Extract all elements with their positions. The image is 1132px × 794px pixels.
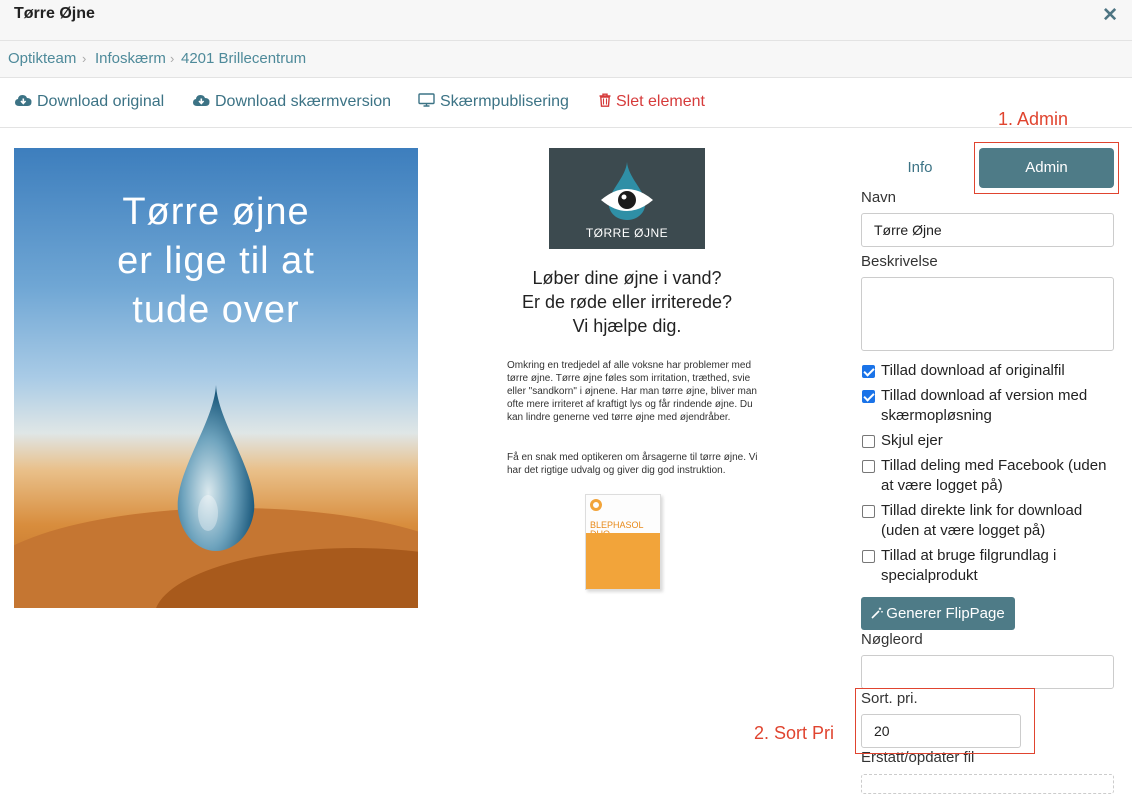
- trash-icon: [599, 93, 611, 107]
- close-icon[interactable]: ✕: [1102, 5, 1118, 27]
- checkbox-label: Tillad deling med Facebook (uden at være…: [881, 457, 1107, 494]
- tab-info[interactable]: Info: [861, 148, 979, 188]
- chevron-right-icon: ›: [82, 51, 87, 66]
- admin-annotation-box: [974, 142, 1119, 194]
- file-dropzone[interactable]: [861, 774, 1114, 794]
- checkbox-checked-icon[interactable]: [862, 390, 875, 403]
- checkbox-allow-special-product[interactable]: Tillad at bruge filgrundlag i specialpro…: [861, 546, 1121, 586]
- cloud-download-icon: [193, 95, 210, 106]
- flyer-lead: Løber dine øjne i vand? Er de røde eller…: [505, 266, 749, 338]
- checkbox-hide-owner[interactable]: Skjul ejer: [861, 431, 1121, 451]
- breadcrumb: Optikteam › Infoskærm › 4201 Brillecentr…: [0, 41, 1132, 78]
- poster-headline-line: Tørre øjne: [122, 191, 310, 233]
- product-logo-icon: [590, 499, 602, 511]
- checkbox-label: Tillad at bruge filgrundlag i specialpro…: [881, 547, 1057, 584]
- dry-eyes-logo: TØRRE ØJNE: [549, 148, 705, 249]
- chevron-right-icon: ›: [170, 51, 175, 66]
- description-label: Beskrivelse: [861, 253, 938, 270]
- delete-label: Slet element: [616, 93, 705, 110]
- download-screen-label: Download skærmversion: [215, 93, 392, 110]
- cloud-download-icon: [15, 95, 32, 106]
- checkbox-unchecked-icon[interactable]: [862, 435, 875, 448]
- flyer-body-text: Omkring en tredjedel af alle voksne har …: [507, 360, 757, 423]
- generate-flippage-button[interactable]: Generer FlipPage: [861, 597, 1015, 630]
- flyer-lead-line: Vi hjælpe dig.: [572, 316, 682, 336]
- screen-publish-label: Skærmpublisering: [440, 93, 569, 110]
- poster-headline-line: er lige til at: [117, 240, 315, 282]
- checkbox-label: Tillad direkte link for download (uden a…: [881, 502, 1083, 539]
- monitor-icon: [418, 93, 435, 107]
- flyer-lead-line: Løber dine øjne i vand?: [532, 268, 722, 288]
- poster-preview-image: Tørre øjne er lige til at tude over: [14, 148, 418, 608]
- download-screen-version-button[interactable]: Download skærmversion: [193, 93, 391, 111]
- admin-annotation-text: 1. Admin: [998, 109, 1069, 129]
- product-stripe: [586, 533, 660, 589]
- name-input[interactable]: Tørre Øjne: [861, 213, 1114, 247]
- logo-text: TØRRE ØJNE: [585, 226, 669, 240]
- checkbox-unchecked-icon[interactable]: [862, 505, 875, 518]
- flyer-preview: TØRRE ØJNE Løber dine øjne i vand? Er de…: [505, 148, 765, 598]
- water-drop-icon: [177, 385, 255, 551]
- delete-element-button[interactable]: Slet element: [599, 93, 705, 111]
- keywords-label: Nøgleord: [861, 631, 923, 648]
- checkbox-checked-icon[interactable]: [862, 365, 875, 378]
- flyer-body-text: Få en snak med optikeren om årsagerne ti…: [507, 452, 758, 476]
- sort-annotation-box: [855, 688, 1035, 754]
- checkbox-label: Tillad download af version med skærmoplø…: [881, 387, 1088, 424]
- description-textarea[interactable]: [861, 277, 1114, 351]
- screen-publish-button[interactable]: Skærmpublisering: [418, 93, 569, 111]
- checkbox-unchecked-icon[interactable]: [862, 460, 875, 473]
- checkbox-allow-facebook-share[interactable]: Tillad deling med Facebook (uden at være…: [861, 456, 1121, 496]
- product-box-image: BLEPHASOL DUO: [585, 494, 661, 590]
- breadcrumb-item-optikteam[interactable]: Optikteam: [8, 50, 76, 67]
- checkbox-allow-direct-link[interactable]: Tillad direkte link for download (uden a…: [861, 501, 1121, 541]
- download-original-button[interactable]: Download original: [15, 93, 164, 111]
- eye-drop-logo-icon: [601, 162, 653, 220]
- generate-flippage-label: Generer FlipPage: [886, 605, 1005, 622]
- flyer-lead-line: Er de røde eller irriterede?: [521, 292, 733, 312]
- breadcrumb-item-location[interactable]: 4201 Brillecentrum: [181, 50, 306, 67]
- sort-annotation-text: 2. Sort Pri: [754, 723, 835, 743]
- modal-title: Tørre Øjne: [14, 5, 95, 22]
- modal-header: Tørre Øjne ✕: [0, 0, 1132, 41]
- toolbar: Download original Download skærmversion …: [0, 78, 1132, 128]
- breadcrumb-item-infoskaerm[interactable]: Infoskærm: [95, 50, 166, 67]
- poster-headline-line: tude over: [132, 289, 300, 331]
- checkbox-allow-screen-version-download[interactable]: Tillad download af version med skærmoplø…: [861, 386, 1121, 426]
- checkbox-label: Tillad download af originalfil: [881, 362, 1065, 379]
- keywords-input[interactable]: [861, 655, 1114, 689]
- magic-wand-icon: [871, 607, 884, 619]
- checkbox-allow-original-download[interactable]: Tillad download af originalfil: [861, 361, 1121, 381]
- poster-headline: Tørre øjne er lige til at tude over: [14, 188, 418, 335]
- name-label: Navn: [861, 189, 897, 206]
- download-original-label: Download original: [37, 93, 165, 110]
- checkbox-label: Skjul ejer: [881, 432, 943, 449]
- checkbox-unchecked-icon[interactable]: [862, 550, 875, 563]
